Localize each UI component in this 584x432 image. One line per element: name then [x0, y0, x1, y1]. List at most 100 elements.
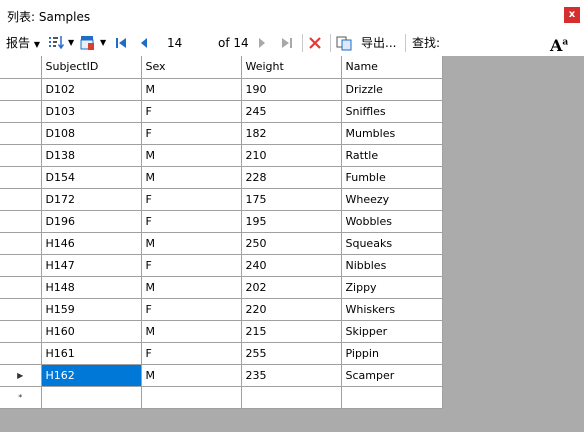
filter-menu-button[interactable]: ▼: [80, 30, 108, 56]
row-header[interactable]: [0, 254, 42, 277]
previous-record-button[interactable]: [138, 30, 152, 56]
first-record-button[interactable]: [114, 30, 130, 56]
cell-name[interactable]: Zippy: [341, 276, 443, 299]
cell-name[interactable]: Squeaks: [341, 232, 443, 255]
row-header[interactable]: [0, 342, 42, 365]
next-record-button[interactable]: [256, 30, 270, 56]
row-header[interactable]: [0, 166, 42, 189]
cell-name[interactable]: Drizzle: [341, 78, 443, 101]
cell-weight[interactable]: 190: [241, 78, 342, 101]
row-header[interactable]: [0, 188, 42, 211]
row-header[interactable]: [0, 276, 42, 299]
column-header-sex[interactable]: Sex: [141, 56, 242, 79]
last-record-button[interactable]: [280, 30, 296, 56]
cell-weight[interactable]: 228: [241, 166, 342, 189]
table-row[interactable]: H147 F 240 Nibbles: [0, 254, 443, 277]
cell-subjectid[interactable]: H161: [41, 342, 142, 365]
cell-weight[interactable]: 235: [241, 364, 342, 387]
export-button[interactable]: 导出...: [361, 30, 396, 56]
column-header-weight[interactable]: Weight: [241, 56, 342, 79]
new-row-cell[interactable]: [341, 386, 443, 409]
cell-sex[interactable]: M: [141, 364, 242, 387]
table-row[interactable]: D138 M 210 Rattle: [0, 144, 443, 167]
cell-name[interactable]: Sniffles: [341, 100, 443, 123]
cell-weight[interactable]: 215: [241, 320, 342, 343]
cell-sex[interactable]: F: [141, 188, 242, 211]
cell-sex[interactable]: F: [141, 210, 242, 233]
cell-sex[interactable]: M: [141, 276, 242, 299]
cell-name[interactable]: Wobbles: [341, 210, 443, 233]
cell-name[interactable]: Whiskers: [341, 298, 443, 321]
cell-weight[interactable]: 195: [241, 210, 342, 233]
cell-subjectid[interactable]: D154: [41, 166, 142, 189]
row-header[interactable]: [0, 232, 42, 255]
cell-subjectid[interactable]: D172: [41, 188, 142, 211]
cell-sex[interactable]: M: [141, 320, 242, 343]
cell-weight[interactable]: 245: [241, 100, 342, 123]
row-header[interactable]: [0, 144, 42, 167]
cell-weight[interactable]: 250: [241, 232, 342, 255]
cell-weight[interactable]: 202: [241, 276, 342, 299]
table-row[interactable]: H159 F 220 Whiskers: [0, 298, 443, 321]
table-row[interactable]: D108 F 182 Mumbles: [0, 122, 443, 145]
copy-button[interactable]: [336, 30, 352, 56]
cell-name[interactable]: Nibbles: [341, 254, 443, 277]
current-row-indicator[interactable]: ▶: [0, 364, 42, 387]
cell-weight[interactable]: 220: [241, 298, 342, 321]
cell-subjectid[interactable]: D196: [41, 210, 142, 233]
table-row[interactable]: H160 M 215 Skipper: [0, 320, 443, 343]
cell-sex[interactable]: F: [141, 100, 242, 123]
cell-sex[interactable]: M: [141, 232, 242, 255]
sort-menu-button[interactable]: ▼: [48, 30, 76, 56]
row-header[interactable]: [0, 122, 42, 145]
row-header[interactable]: [0, 78, 42, 101]
cell-subjectid[interactable]: D138: [41, 144, 142, 167]
cell-subjectid[interactable]: H160: [41, 320, 142, 343]
cell-name[interactable]: Pippin: [341, 342, 443, 365]
row-header[interactable]: [0, 100, 42, 123]
table-row[interactable]: D172 F 175 Wheezy: [0, 188, 443, 211]
table-row[interactable]: D154 M 228 Fumble: [0, 166, 443, 189]
cell-name[interactable]: Scamper: [341, 364, 443, 387]
cell-name[interactable]: Mumbles: [341, 122, 443, 145]
new-row-cell[interactable]: [141, 386, 242, 409]
cell-weight[interactable]: 182: [241, 122, 342, 145]
row-header[interactable]: [0, 210, 42, 233]
cell-weight[interactable]: 255: [241, 342, 342, 365]
table-row[interactable]: ▶ H162 M 235 Scamper: [0, 364, 443, 387]
delete-record-button[interactable]: [308, 30, 324, 56]
table-row[interactable]: D103 F 245 Sniffles: [0, 100, 443, 123]
cell-subjectid[interactable]: D102: [41, 78, 142, 101]
cell-sex[interactable]: F: [141, 122, 242, 145]
font-size-button[interactable]: Aa: [550, 30, 570, 56]
cell-subjectid[interactable]: H148: [41, 276, 142, 299]
new-row-cell[interactable]: [241, 386, 342, 409]
cell-name[interactable]: Rattle: [341, 144, 443, 167]
table-row[interactable]: H146 M 250 Squeaks: [0, 232, 443, 255]
cell-sex[interactable]: M: [141, 166, 242, 189]
cell-weight[interactable]: 210: [241, 144, 342, 167]
position-input[interactable]: [162, 33, 214, 53]
table-row[interactable]: H148 M 202 Zippy: [0, 276, 443, 299]
cell-sex[interactable]: F: [141, 254, 242, 277]
new-row-cell[interactable]: [41, 386, 142, 409]
cell-subjectid[interactable]: D108: [41, 122, 142, 145]
cell-name[interactable]: Fumble: [341, 166, 443, 189]
cell-subjectid[interactable]: D103: [41, 100, 142, 123]
report-menu-button[interactable]: 报告 ▼: [6, 30, 40, 56]
cell-name[interactable]: Skipper: [341, 320, 443, 343]
cell-subjectid[interactable]: H159: [41, 298, 142, 321]
cell-subjectid[interactable]: H147: [41, 254, 142, 277]
cell-name[interactable]: Wheezy: [341, 188, 443, 211]
table-row[interactable]: D196 F 195 Wobbles: [0, 210, 443, 233]
row-header[interactable]: [0, 298, 42, 321]
table-row[interactable]: H161 F 255 Pippin: [0, 342, 443, 365]
cell-sex[interactable]: M: [141, 144, 242, 167]
cell-subjectid[interactable]: H162: [41, 364, 142, 387]
cell-sex[interactable]: F: [141, 298, 242, 321]
row-header[interactable]: [0, 320, 42, 343]
new-row-marker[interactable]: *: [0, 386, 42, 409]
column-header-name[interactable]: Name: [341, 56, 443, 79]
cell-subjectid[interactable]: H146: [41, 232, 142, 255]
table-row[interactable]: D102 M 190 Drizzle: [0, 78, 443, 101]
